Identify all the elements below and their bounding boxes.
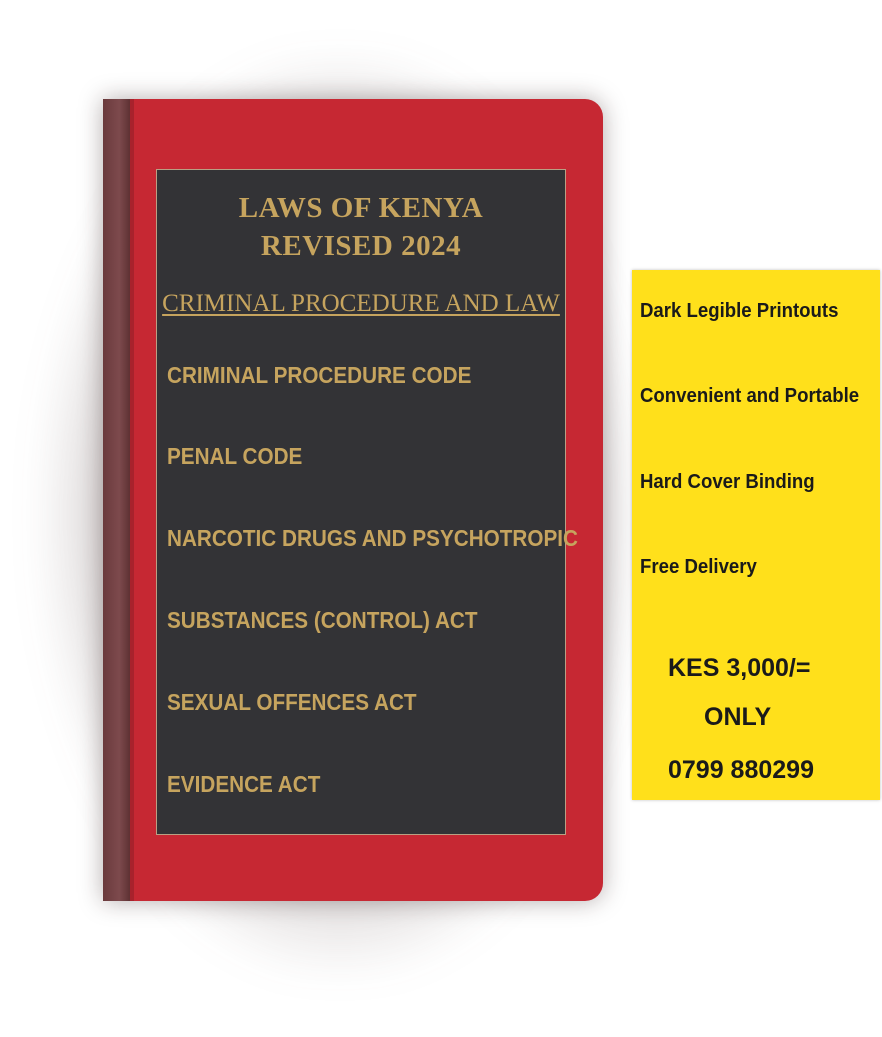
advert-page: LAWS OF KENYA REVISED 2024 CRIMINAL PROC… (0, 0, 882, 1037)
feature-item: Free Delivery (640, 556, 757, 578)
feature-item: Convenient and Portable (640, 385, 860, 407)
feature-item: Dark Legible Printouts (640, 300, 839, 322)
price-amount: KES 3,000/= (668, 654, 811, 682)
contents-item: EVIDENCE ACT (167, 771, 321, 797)
price-note: ONLY (704, 703, 772, 731)
contents-item: NARCOTIC DRUGS AND PSYCHOTROPIC (167, 525, 578, 551)
cover-title-line2: REVISED 2024 (260, 230, 462, 262)
book-cover: LAWS OF KENYA REVISED 2024 CRIMINAL PROC… (103, 99, 603, 901)
contents-item: CRIMINAL PROCEDURE CODE (167, 362, 472, 388)
cover-subtitle: CRIMINAL PROCEDURE AND LAW (162, 290, 560, 317)
contents-item: PENAL CODE (167, 443, 303, 469)
phone-number: 0799 880299 (668, 756, 814, 784)
contents-item: SEXUAL OFFENCES ACT (167, 689, 417, 715)
feature-item: Hard Cover Binding (640, 471, 815, 493)
price-sticker: Dark Legible Printouts Convenient and Po… (632, 270, 880, 800)
contents-item: SUBSTANCES (CONTROL) ACT (167, 607, 478, 633)
cover-title-line1: LAWS OF KENYA (238, 192, 484, 224)
book-spine (103, 99, 130, 901)
spine-edge (130, 99, 134, 901)
cover-panel: LAWS OF KENYA REVISED 2024 CRIMINAL PROC… (156, 169, 578, 835)
